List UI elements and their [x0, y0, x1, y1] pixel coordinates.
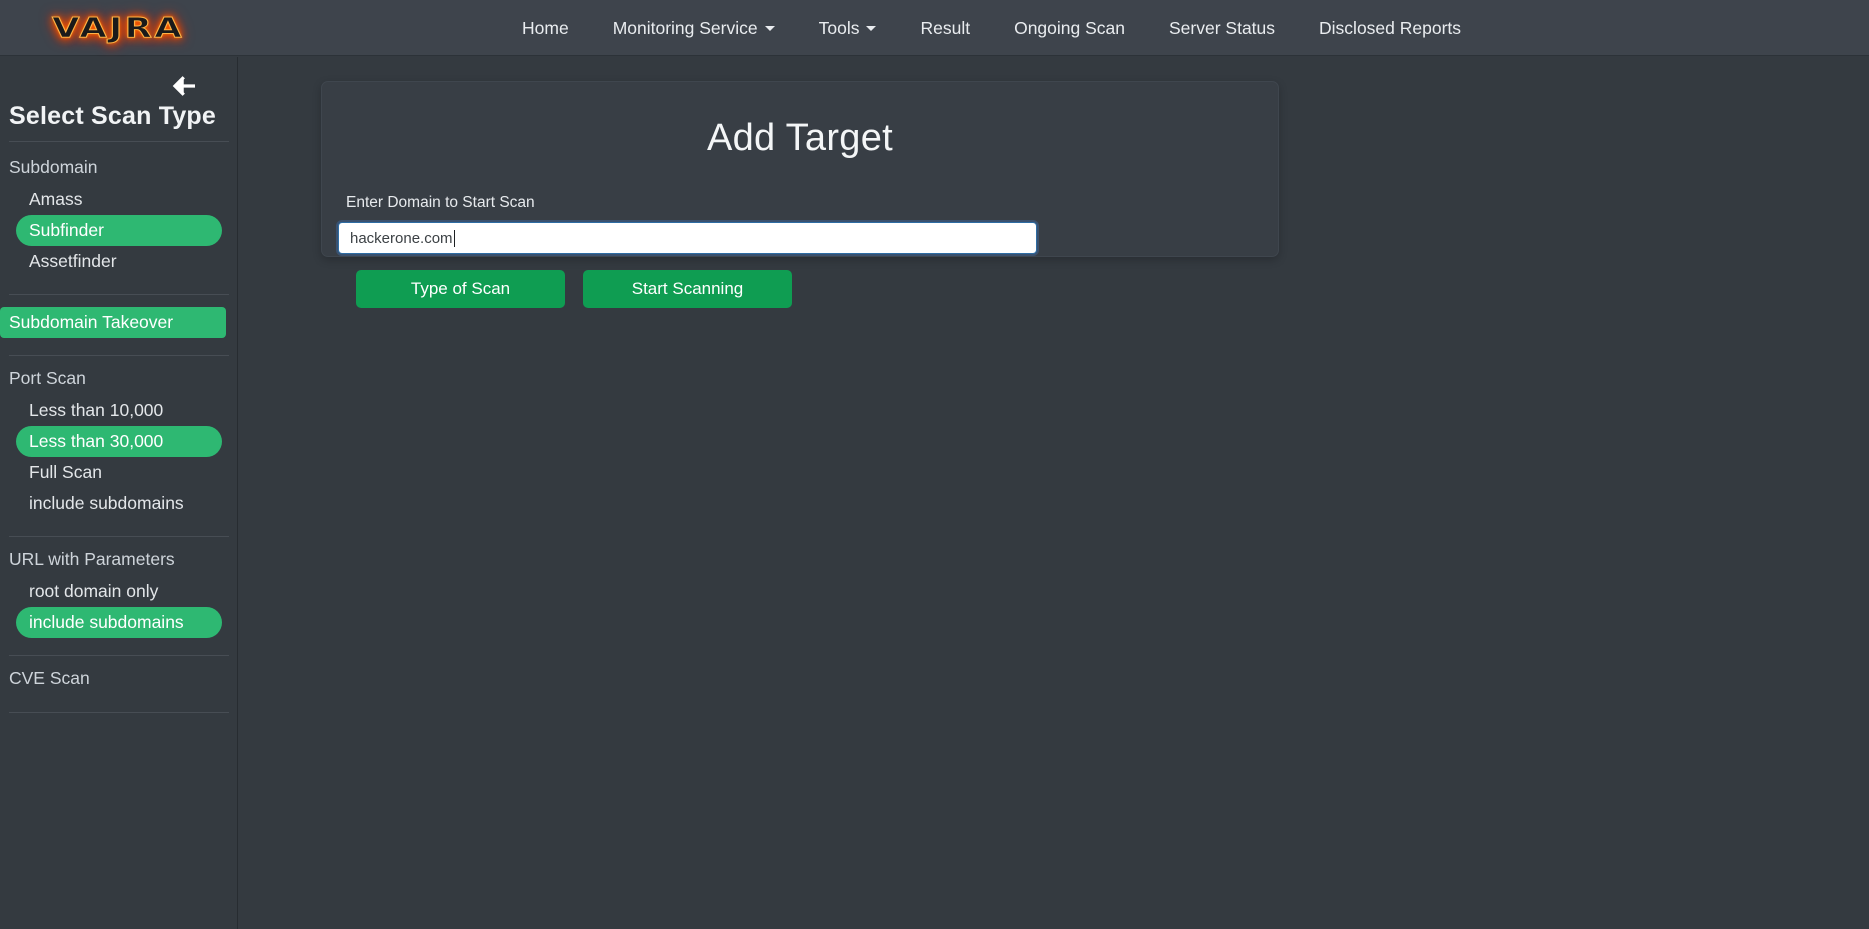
sidebar-item-subfinder[interactable]: Subfinder — [16, 215, 222, 246]
sidebar-item-less-than-30-000[interactable]: Less than 30,000 — [16, 426, 222, 457]
text-cursor — [453, 229, 455, 247]
sidebar-item-label: include subdomains — [29, 493, 184, 513]
sidebar-item-label: Subfinder — [29, 220, 104, 240]
nav-item-label: Result — [920, 18, 971, 38]
domain-input[interactable]: hackerone.com — [338, 222, 1037, 254]
sidebar-section-header: Port Scan — [9, 368, 86, 388]
sidebar-section: Subdomain Takeover — [0, 295, 237, 356]
sidebar-section: URL with Parameters root domain only inclu… — [0, 537, 237, 656]
sidebar-title: Select Scan Type — [9, 102, 216, 130]
nav-item-tools[interactable]: Tools — [797, 0, 899, 56]
nav-item-ongoing-scan[interactable]: Ongoing Scan — [992, 0, 1147, 56]
nav-item-server-status[interactable]: Server Status — [1147, 0, 1297, 56]
nav-links: Home Monitoring Service Tools Result Ongoing… — [500, 0, 1483, 56]
sidebar-section-header: Subdomain — [9, 157, 98, 177]
nav-item-label: Monitoring Service — [612, 18, 758, 38]
sidebar-item-amass[interactable]: Amass — [0, 184, 237, 215]
nav-item-home[interactable]: Home — [500, 0, 591, 56]
sidebar-item-label: root domain only — [29, 581, 159, 601]
sidebar-item-less-than-10-000[interactable]: Less than 10,000 — [0, 395, 237, 426]
nav-item-label: Tools — [818, 18, 860, 38]
domain-field-label: Enter Domain to Start Scan — [346, 194, 535, 211]
nav-item-label: Server Status — [1169, 18, 1276, 38]
top-navbar: VAJRA Home Monitoring Service Tools Result O… — [0, 0, 1869, 56]
sidebar-item-include-subdomains[interactable]: include subdomains — [16, 607, 222, 638]
sidebar-item-include-subdomains[interactable]: include subdomains — [0, 488, 237, 519]
vajra-logo: VAJRA — [51, 11, 185, 45]
sidebar-item-label: Assetfinder — [29, 251, 117, 271]
brand-logo-link[interactable]: VAJRA — [51, 0, 182, 56]
sidebar-section-header: URL with Parameters — [9, 549, 175, 569]
sidebar-section-header: CVE Scan — [9, 668, 90, 688]
sidebar-item-label: Amass — [29, 189, 83, 209]
type-of-scan-button[interactable]: Type of Scan — [356, 270, 565, 308]
main-content: Add Target Enter Domain to Start Scan ha… — [239, 57, 1869, 929]
sidebar: Select Scan Type Subdomain Amass Subfinder… — [0, 57, 238, 929]
sidebar-divider — [9, 712, 229, 713]
nav-item-label: Home — [522, 18, 569, 38]
add-target-card: Add Target Enter Domain to Start Scan ha… — [321, 81, 1279, 257]
sidebar-item-subdomain-takeover[interactable]: Subdomain Takeover — [0, 307, 226, 338]
sidebar-title-divider — [9, 141, 229, 142]
action-buttons: Type of Scan Start Scanning — [356, 270, 792, 308]
sidebar-item-label: Full Scan — [29, 462, 102, 482]
sidebar-item-assetfinder[interactable]: Assetfinder — [0, 246, 237, 277]
back-arrow-icon[interactable] — [170, 71, 200, 101]
sidebar-section: CVE Scan — [0, 656, 237, 713]
sidebar-section: Subdomain Amass Subfinder Assetfinder — [0, 145, 237, 295]
chevron-down-icon — [764, 25, 775, 31]
nav-item-label: Ongoing Scan — [1014, 18, 1125, 38]
domain-input-value: hackerone.com — [350, 229, 453, 247]
sidebar-item-label: Less than 30,000 — [29, 431, 164, 451]
sidebar-item-label: Subdomain Takeover — [9, 312, 174, 332]
nav-item-disclosed-reports[interactable]: Disclosed Reports — [1297, 0, 1483, 56]
chevron-down-icon — [866, 25, 877, 31]
page-title: Add Target — [706, 117, 894, 159]
nav-item-monitoring-service[interactable]: Monitoring Service — [591, 0, 797, 56]
sidebar-item-full-scan[interactable]: Full Scan — [0, 457, 237, 488]
nav-item-label: Disclosed Reports — [1319, 18, 1462, 38]
sidebar-item-label: Less than 10,000 — [29, 400, 164, 420]
start-scanning-button[interactable]: Start Scanning — [583, 270, 792, 308]
sidebar-sections: Subdomain Amass Subfinder Assetfinder Subdom… — [0, 145, 237, 713]
sidebar-item-root-domain-only[interactable]: root domain only — [0, 576, 237, 607]
sidebar-section: Port Scan Less than 10,000 Less than 30,00… — [0, 356, 237, 537]
sidebar-item-label: include subdomains — [29, 612, 184, 632]
nav-item-result[interactable]: Result — [898, 0, 992, 56]
